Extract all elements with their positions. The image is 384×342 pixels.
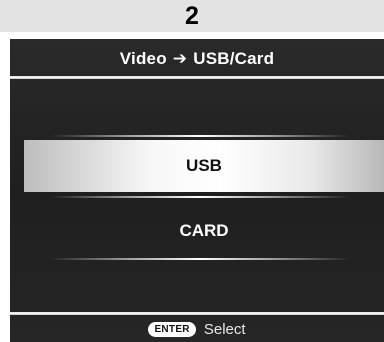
menu-title-source: Video (119, 48, 167, 68)
menu-separator (50, 196, 350, 198)
menu-item-label: USB (186, 156, 222, 175)
title-divider (10, 76, 384, 79)
arrow-right-icon: ➔ (172, 48, 188, 68)
footer-divider (10, 312, 384, 315)
menu-item-usb[interactable]: USB (24, 140, 384, 192)
menu-title: Video ➔ USB/Card (10, 39, 384, 78)
menu-item-card[interactable]: CARD (24, 205, 384, 257)
step-number-header: 2 (0, 0, 384, 32)
step-number: 2 (185, 1, 199, 30)
menu-separator (50, 258, 350, 260)
footer-hint: ENTER Select (10, 317, 384, 342)
menu-item-label: CARD (179, 221, 229, 240)
enter-key-icon: ENTER (148, 322, 196, 337)
footer-action-label: Select (203, 321, 246, 338)
menu-separator (50, 135, 350, 137)
osd-menu-screen: Video ➔ USB/Card USB CARD ENTER Select (10, 39, 384, 342)
menu-title-target: USB/Card (193, 48, 275, 68)
